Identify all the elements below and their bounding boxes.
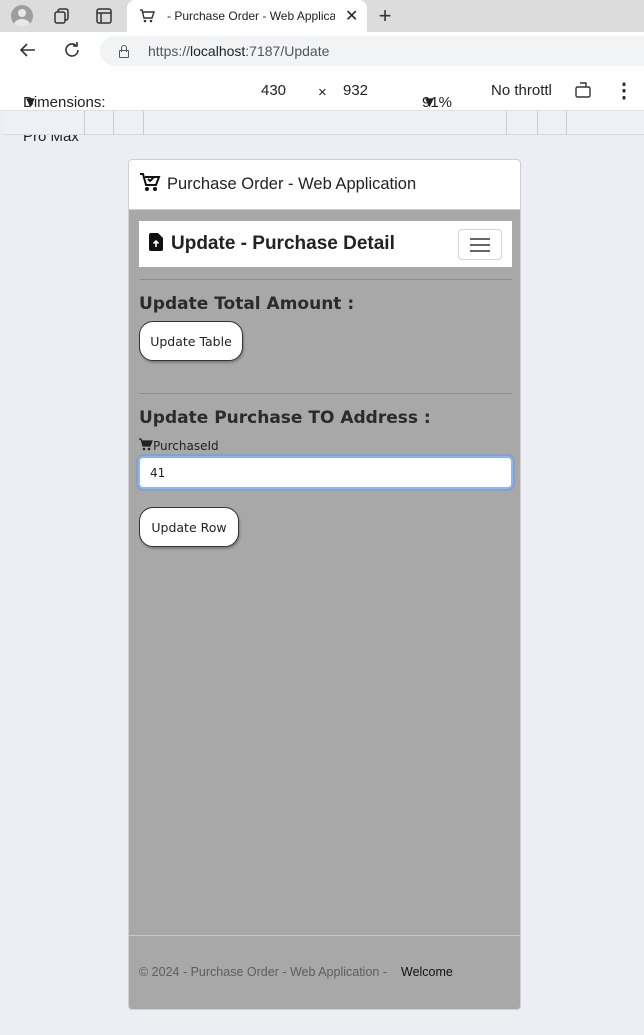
- back-arrow-icon[interactable]: [18, 40, 38, 65]
- update-row-button[interactable]: Update Row: [139, 507, 239, 547]
- more-options-icon[interactable]: ⋮: [614, 78, 634, 103]
- page-title: Update - Purchase Detail: [171, 233, 395, 254]
- file-upload-icon: [149, 232, 163, 256]
- purchase-id-label: PurchaseId: [139, 437, 219, 454]
- cart-icon: [140, 9, 155, 23]
- url-host: localhost: [190, 43, 246, 59]
- new-tab-icon[interactable]: +: [374, 3, 396, 28]
- welcome-link[interactable]: Welcome: [401, 965, 453, 979]
- footer-copyright: © 2024 - Purchase Order - Web Applicatio…: [139, 965, 387, 979]
- address-bar: https://localhost:7187/Update: [0, 32, 644, 70]
- profile-icon[interactable]: [11, 5, 33, 27]
- footer-divider: [129, 935, 520, 936]
- device-viewport: Purchase Order - Web Application Update …: [128, 159, 521, 1010]
- rotate-icon[interactable]: [574, 81, 592, 103]
- url-path: :7187/Update: [245, 43, 330, 59]
- height-input[interactable]: 932: [343, 82, 368, 99]
- browser-tab-strip: - Purchase Order - Web Applicat ✕ +: [0, 0, 644, 32]
- device-toolbar: Dimensions: iPhone 14 Pro Max ▼ 430 × 93…: [0, 70, 644, 145]
- times-icon: ×: [318, 84, 327, 101]
- app-navbar: Purchase Order - Web Application: [129, 160, 520, 210]
- navbar-toggler-button[interactable]: [458, 229, 502, 260]
- width-input[interactable]: 430: [261, 82, 286, 99]
- update-table-button[interactable]: Update Table: [139, 321, 243, 361]
- page-header-card: Update - Purchase Detail: [139, 221, 512, 267]
- caret-down-icon: ▼: [23, 94, 38, 111]
- section-heading-address: Update Purchase TO Address :: [139, 408, 431, 428]
- refresh-icon[interactable]: [62, 40, 82, 65]
- caret-down-icon: ▼: [422, 94, 437, 111]
- footer: © 2024 - Purchase Order - Web Applicatio…: [139, 965, 453, 979]
- url-field[interactable]: https://localhost:7187/Update: [100, 36, 644, 66]
- close-tab-icon[interactable]: ✕: [345, 6, 358, 26]
- media-query-ruler: [4, 111, 644, 135]
- vertical-tabs-icon[interactable]: [93, 5, 115, 27]
- active-tab[interactable]: - Purchase Order - Web Applicat ✕: [127, 0, 367, 32]
- purchase-id-input[interactable]: 41: [138, 456, 513, 489]
- cart-icon: [139, 437, 153, 454]
- tab-title: - Purchase Order - Web Applicat: [167, 9, 335, 23]
- throttle-dropdown[interactable]: No throttl: [491, 82, 552, 99]
- workspaces-icon[interactable]: [51, 5, 73, 27]
- divider: [139, 393, 512, 394]
- lock-icon[interactable]: [118, 45, 130, 58]
- url-scheme: https://: [148, 43, 191, 59]
- cart-check-icon: [139, 171, 161, 198]
- app-brand[interactable]: Purchase Order - Web Application: [167, 175, 416, 194]
- section-heading-total-amount: Update Total Amount :: [139, 294, 355, 314]
- divider: [139, 279, 512, 280]
